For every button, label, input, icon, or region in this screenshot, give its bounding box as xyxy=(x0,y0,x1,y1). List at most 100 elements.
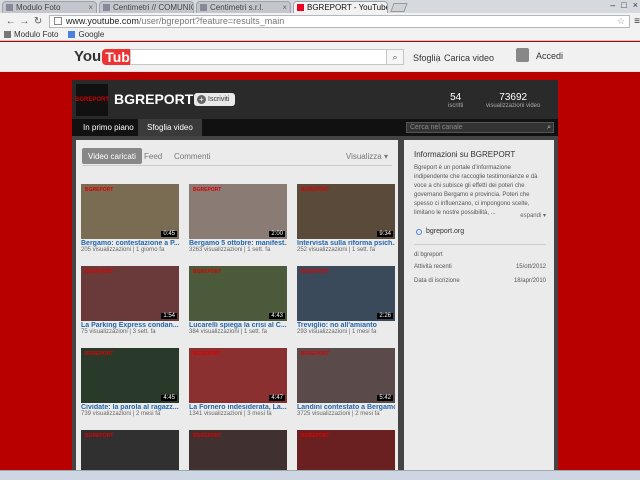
tab-comments[interactable]: Commenti xyxy=(168,148,216,164)
video-age: 1 sett. fa xyxy=(243,329,267,335)
minimize-icon[interactable]: – xyxy=(610,0,615,10)
video-item[interactable]: BGREPORT 5:42 Landini contestato a Bergamo… xyxy=(297,348,395,417)
video-duration: 0:45 xyxy=(161,231,177,237)
new-tab-button[interactable] xyxy=(390,3,408,12)
divider xyxy=(437,54,438,63)
page-icon xyxy=(4,31,11,38)
address-bar: ← → ↻ www.youtube.com/user/bgreport?feat… xyxy=(0,13,640,29)
video-duration: 1:54 xyxy=(161,313,177,319)
video-duration: 4:43 xyxy=(269,313,285,319)
url-input[interactable]: www.youtube.com/user/bgreport?feature=re… xyxy=(48,14,631,28)
row-value: 15/ott/2012 xyxy=(515,264,546,270)
sign-in-link[interactable]: Accedi xyxy=(536,51,563,61)
video-thumbnail[interactable]: BGREPORT 5:42 xyxy=(297,348,395,403)
video-title[interactable]: Lucarelli spiega la crisi al C... xyxy=(189,322,287,329)
stat-value: 73692 xyxy=(499,92,528,103)
channel-search-input[interactable]: Cerca nel canale ⌕ xyxy=(406,122,554,133)
chevron-down-icon: ▾ xyxy=(383,152,388,161)
video-title[interactable]: Bergamo 5 ottobre: manifest... xyxy=(189,240,287,247)
wrench-icon[interactable]: ≡ xyxy=(634,16,640,27)
video-thumbnail[interactable]: BGREPORT 0:45 xyxy=(81,184,179,239)
row-key: di bgreport xyxy=(414,252,443,258)
video-item[interactable]: BGREPORT 1:54 La Parking Express condan...… xyxy=(81,266,179,335)
video-views: 1341 visualizzazioni xyxy=(189,411,243,417)
search-input[interactable] xyxy=(130,49,388,65)
search-icon[interactable]: ⌕ xyxy=(547,123,551,132)
video-views: 384 visualizzazioni xyxy=(189,329,240,335)
favicon-icon xyxy=(103,4,110,11)
page-icon xyxy=(53,17,62,25)
video-thumbnail[interactable]: BGREPORT 2:00 xyxy=(189,184,287,239)
upload-link[interactable]: Carica video xyxy=(444,53,494,63)
channel-watermark: BGREPORT xyxy=(301,269,330,275)
website-link[interactable]: bgreport.org xyxy=(416,228,464,235)
channel-watermark: BGREPORT xyxy=(193,433,222,439)
video-views: 3725 visualizzazioni xyxy=(297,411,351,417)
maximize-icon[interactable]: □ xyxy=(621,0,626,10)
browser-tab-2[interactable]: Centimetri // COMUNICA× xyxy=(99,1,194,13)
video-thumbnail[interactable]: BGREPORT 4:43 xyxy=(189,266,287,321)
video-title[interactable]: Intervista sulla riforma psich... xyxy=(297,240,395,247)
bookmark-google[interactable]: Google xyxy=(68,30,104,39)
video-thumbnail[interactable]: BGREPORT 9:34 xyxy=(297,184,395,239)
browser-tab-1[interactable]: Modulo Foto × xyxy=(2,1,97,13)
video-item[interactable]: BGREPORT 4:45 Cividate: la parola al ragaz… xyxy=(81,348,179,417)
star-icon[interactable]: ☆ xyxy=(617,16,625,27)
back-icon[interactable]: ← xyxy=(4,16,18,27)
subscribe-button[interactable]: + Iscriviti xyxy=(194,93,236,106)
channel-watermark: BGREPORT xyxy=(193,269,222,275)
video-subtabs: Video caricati Feed Commenti Visualizza … xyxy=(82,146,392,166)
close-icon[interactable]: × xyxy=(88,3,93,12)
forward-icon[interactable]: → xyxy=(18,16,32,27)
url-path: /user/bgreport?feature=results_main xyxy=(138,16,285,26)
search-icon: ⌕ xyxy=(392,51,398,62)
video-item[interactable]: BGREPORT 2:00 Bergamo 5 ottobre: manifest.… xyxy=(189,184,287,253)
tab-featured[interactable]: In primo piano xyxy=(74,119,143,136)
video-item[interactable]: BGREPORT 4:47 La Fornero indesiderata, La.… xyxy=(189,348,287,417)
video-age: 3 mesi fa xyxy=(247,411,272,417)
favicon-icon xyxy=(6,4,13,11)
video-thumbnail[interactable]: BGREPORT 1:54 xyxy=(81,266,179,321)
video-item[interactable]: BGREPORT 4:43 Lucarelli spiega la crisi al… xyxy=(189,266,287,335)
video-title[interactable]: La Fornero indesiderata, La... xyxy=(189,404,287,411)
expand-link[interactable]: espandi ▾ xyxy=(520,212,546,219)
video-title[interactable]: Landini contestato a Bergamo xyxy=(297,404,395,411)
stat-label: iscritti xyxy=(448,103,464,109)
video-age: 1 giorno fa xyxy=(135,247,165,253)
channel-name: BGREPORT xyxy=(114,91,194,107)
search-button[interactable]: ⌕ xyxy=(386,49,404,65)
video-meta: 739 visualizzazioni | 2 mesi fa xyxy=(81,411,161,417)
logo-you: You xyxy=(74,48,102,65)
video-views: 205 visualizzazioni xyxy=(81,247,132,253)
video-item[interactable]: BGREPORT 2:26 Treviglio: no all'amianto 293… xyxy=(297,266,395,335)
reload-icon[interactable]: ↻ xyxy=(31,16,45,27)
video-title[interactable]: Cividate: la parola al ragazz... xyxy=(81,404,179,411)
sort-dropdown[interactable]: Visualizza ▾ xyxy=(346,152,388,161)
bookmark-modulo-foto[interactable]: Modulo Foto xyxy=(4,30,58,39)
video-duration: 5:42 xyxy=(377,395,393,401)
browser-tab-active[interactable]: BGREPORT - YouTube× xyxy=(293,1,388,13)
video-thumbnail[interactable]: BGREPORT 4:47 xyxy=(189,348,287,403)
about-row-join-date: Data di iscrizione 18/apr/2010 xyxy=(414,278,546,284)
close-window-icon[interactable]: × xyxy=(633,0,638,10)
about-heading: Informazioni su BGREPORT xyxy=(414,150,516,159)
browser-tab-3[interactable]: Centimetri s.r.l. × xyxy=(196,1,291,13)
avatar[interactable] xyxy=(516,48,529,62)
video-title[interactable]: La Parking Express condan... xyxy=(81,322,179,329)
video-meta: 205 visualizzazioni | 1 giorno fa xyxy=(81,247,165,253)
video-item[interactable]: BGREPORT 0:45 Bergamo: contestazione a P..… xyxy=(81,184,179,253)
video-age: 2 mesi fa xyxy=(135,411,161,417)
tab-title: Centimetri s.r.l. xyxy=(210,3,264,12)
google-icon xyxy=(68,31,76,38)
video-item[interactable]: BGREPORT 9:34 Intervista sulla riforma psi… xyxy=(297,184,395,253)
video-thumbnail[interactable]: BGREPORT 2:26 xyxy=(297,266,395,321)
tab-browse-videos[interactable]: Sfoglia video xyxy=(138,119,202,136)
video-age: 2 mesi fa xyxy=(355,411,380,417)
video-thumbnail[interactable]: BGREPORT 4:45 xyxy=(81,348,179,403)
video-meta: 3725 visualizzazioni | 2 mesi fa xyxy=(297,411,380,417)
tab-uploaded-videos[interactable]: Video caricati xyxy=(82,148,142,164)
close-icon[interactable]: × xyxy=(282,3,287,12)
video-title[interactable]: Bergamo: contestazione a P... xyxy=(81,240,179,247)
tab-feed[interactable]: Feed xyxy=(138,148,168,164)
video-title[interactable]: Treviglio: no all'amianto xyxy=(297,322,395,329)
